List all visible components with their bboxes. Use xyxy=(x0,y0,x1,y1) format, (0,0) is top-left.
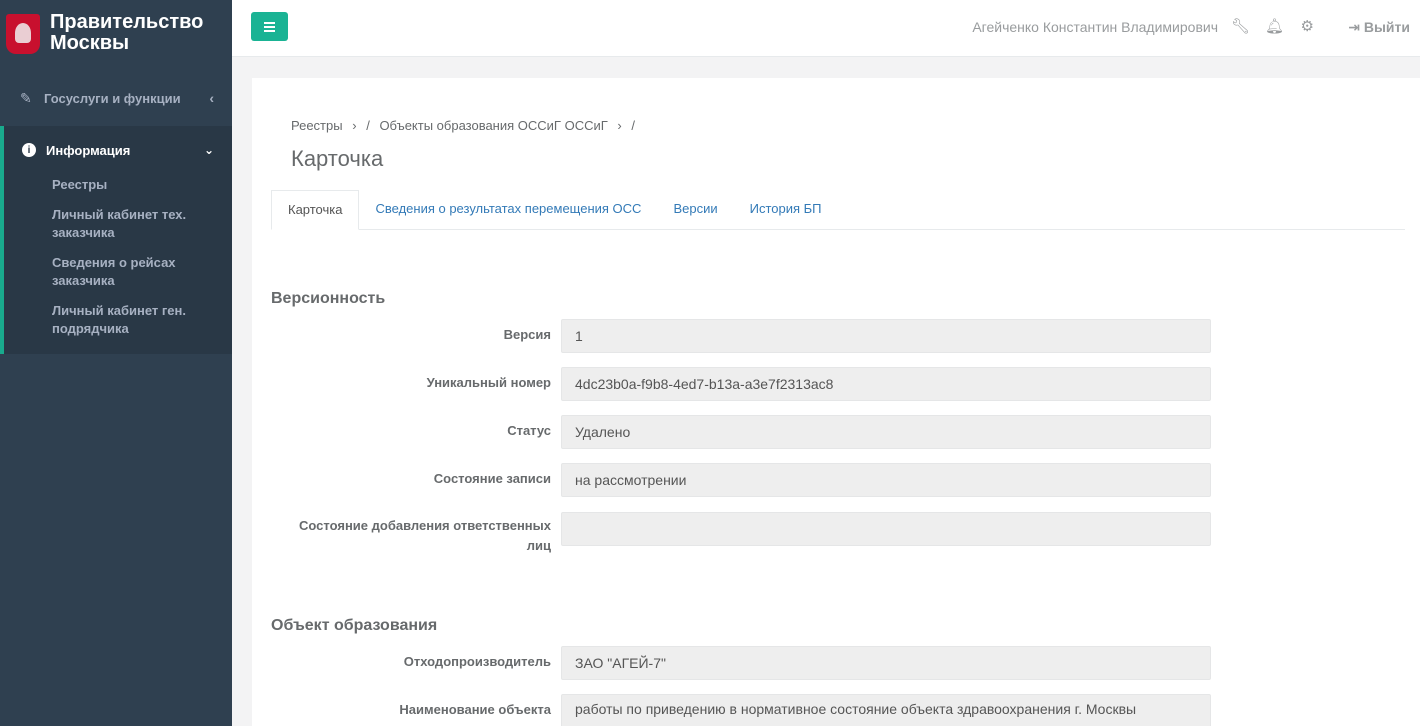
tab-bp-history[interactable]: История БП xyxy=(734,190,838,230)
chevron-down-icon: ⌄ xyxy=(203,143,214,157)
breadcrumb-item-registers[interactable]: Реестры xyxy=(291,118,343,133)
field-label: Уникальный номер xyxy=(426,375,551,390)
menu-toggle-button[interactable] xyxy=(251,12,288,41)
breadcrumb-separator: › xyxy=(352,118,357,133)
object-name-field[interactable]: работы по приведению в нормативное состо… xyxy=(561,694,1211,726)
sidebar: Правительство Москвы ✎ Госуслуги и функц… xyxy=(0,0,232,726)
main-content: Реестры › / Объекты образования ОССиГ ОС… xyxy=(252,78,1420,726)
gears-icon[interactable]: ⚙︎ xyxy=(1301,17,1314,35)
hamburger-icon xyxy=(264,21,275,24)
sidebar-subitem-registers[interactable]: Реестры xyxy=(4,174,232,200)
field-label: Состояние добавления ответственных лиц xyxy=(299,518,551,553)
tab-movement-results[interactable]: Сведения о результатах перемещения ОСС xyxy=(359,190,657,230)
field-label: Отходопроизводитель xyxy=(403,654,551,669)
status-field[interactable]: Удалено xyxy=(561,415,1211,449)
edit-icon: ✎ xyxy=(20,89,32,106)
sign-out-icon: ⇥ xyxy=(1348,19,1360,35)
wrench-icon[interactable]: 🔧︎ xyxy=(1231,17,1250,35)
sidebar-subitem-trips[interactable]: Сведения о рейсах заказчика xyxy=(4,248,232,296)
field-label: Версия xyxy=(503,327,551,342)
sidebar-item-gosuslugi[interactable]: ✎ Госуслуги и функции ‹ xyxy=(0,70,232,126)
sidebar-subitem-tech-customer[interactable]: Личный кабинет тех. заказчика xyxy=(4,200,232,248)
brand[interactable]: Правительство Москвы xyxy=(0,0,232,70)
tab-card[interactable]: Карточка xyxy=(271,190,360,230)
sidebar-subitem-gen-contractor[interactable]: Личный кабинет ген. подрядчика xyxy=(4,296,232,344)
bell-icon[interactable]: 🔔︎ xyxy=(1265,17,1284,35)
version-field[interactable]: 1 xyxy=(561,319,1211,353)
tab-versions[interactable]: Версии xyxy=(657,190,733,230)
brand-line-2: Москвы xyxy=(50,32,130,54)
tab-bar: Карточка Сведения о результатах перемеще… xyxy=(271,190,1405,230)
logout-button[interactable]: ⇥ Выйти xyxy=(1348,19,1410,36)
section-title-object: Объект образования xyxy=(271,617,438,634)
field-label: Статус xyxy=(507,423,551,438)
field-label: Наименование объекта xyxy=(399,702,551,717)
top-navbar: Агейченко Константин Владимирович 🔧︎ 🔔︎ … xyxy=(232,0,1420,57)
unique-number-field[interactable]: 4dc23b0a-f9b8-4ed7-b13a-a3e7f2313ac8 xyxy=(561,367,1211,401)
field-label: Состояние записи xyxy=(433,471,551,486)
logout-label: Выйти xyxy=(1363,19,1410,35)
sidebar-group-info: i Информация ⌄ Реестры Личный кабинет те… xyxy=(0,126,232,354)
hamburger-icon-line xyxy=(264,25,275,28)
moscow-coat-of-arms-logo xyxy=(6,14,40,54)
page-title: Карточка xyxy=(291,146,384,171)
section-title-versioning: Версионность xyxy=(271,290,386,307)
breadcrumb-separator: › xyxy=(617,118,622,133)
brand-line-1: Правительство xyxy=(50,11,204,33)
hamburger-icon-line xyxy=(264,29,275,32)
brand-title: Правительство Москвы xyxy=(50,12,203,54)
responsible-state-field[interactable] xyxy=(561,512,1211,546)
waste-producer-field[interactable]: ЗАО "АГЕЙ-7" xyxy=(561,646,1211,680)
sidebar-item-label: Госуслуги и функции xyxy=(44,90,181,106)
sidebar-item-info[interactable]: i Информация ⌄ xyxy=(4,126,232,174)
chevron-left-icon: ‹ xyxy=(209,90,214,106)
breadcrumb-separator: / xyxy=(366,118,370,133)
breadcrumb-separator: / xyxy=(631,118,635,133)
breadcrumb-item-objects[interactable]: Объекты образования ОССиГ ОССиГ xyxy=(379,118,607,133)
sidebar-item-label: Информация xyxy=(46,142,131,158)
breadcrumb: Реестры › / Объекты образования ОССиГ ОС… xyxy=(291,118,641,133)
record-state-field[interactable]: на рассмотрении xyxy=(561,463,1211,497)
user-name[interactable]: Агейченко Константин Владимирович xyxy=(972,19,1218,35)
info-icon: i xyxy=(22,143,36,157)
